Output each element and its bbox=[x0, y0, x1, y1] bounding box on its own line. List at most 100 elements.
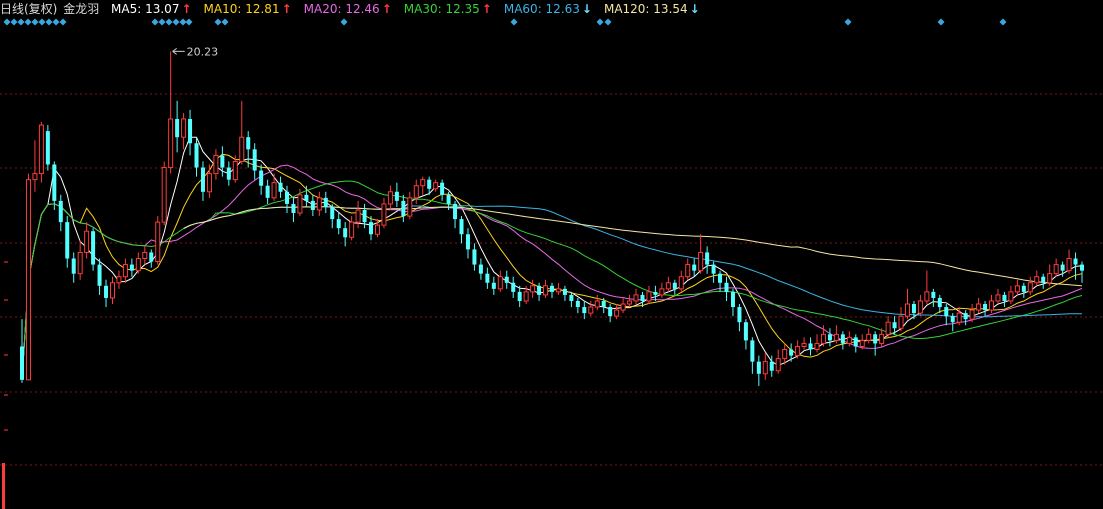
candle-body bbox=[1066, 258, 1072, 272]
candle-body bbox=[756, 361, 761, 374]
candle-body bbox=[588, 306, 594, 314]
candle-body bbox=[1014, 285, 1020, 293]
candle-body bbox=[1002, 294, 1007, 301]
candle-body bbox=[343, 228, 348, 238]
candle-body bbox=[491, 282, 496, 289]
candle-body bbox=[808, 343, 813, 350]
candle-body bbox=[129, 264, 134, 271]
candle-body bbox=[1041, 276, 1046, 283]
candle-body bbox=[349, 221, 355, 238]
candle-body bbox=[504, 276, 509, 283]
candle-body bbox=[220, 155, 225, 168]
candle-body bbox=[336, 219, 341, 229]
candle-body bbox=[291, 203, 296, 214]
signal-marker-icon bbox=[31, 18, 39, 26]
candle-body bbox=[239, 136, 245, 162]
signal-marker-icon bbox=[214, 18, 222, 26]
signal-marker-icon bbox=[340, 18, 348, 26]
candle-body bbox=[950, 316, 955, 323]
candle-body bbox=[387, 191, 393, 205]
candle-body bbox=[517, 291, 522, 301]
candle-body bbox=[104, 285, 109, 298]
candle-body bbox=[278, 182, 283, 192]
candle-body bbox=[446, 194, 451, 204]
candle-body bbox=[633, 294, 639, 302]
candle-body bbox=[213, 154, 219, 175]
candle-body bbox=[795, 345, 801, 357]
annotation-label: 20.23 bbox=[187, 45, 219, 58]
candle-body bbox=[181, 118, 187, 138]
candle-body bbox=[608, 307, 613, 317]
candle-body bbox=[38, 124, 44, 175]
kline-chart[interactable]: 日线(复权) 金龙羽 MA5: 13.07 ↑ MA10: 12.81 ↑ MA20: … bbox=[0, 0, 1103, 509]
candle-body bbox=[530, 285, 536, 293]
candle-body bbox=[892, 322, 897, 329]
candle-body bbox=[394, 191, 399, 201]
signal-marker-icon bbox=[596, 18, 604, 26]
candle-body bbox=[620, 303, 626, 311]
signal-marker-icon bbox=[59, 18, 67, 26]
candle-body bbox=[440, 182, 445, 195]
candle-body bbox=[323, 197, 328, 207]
candle-body bbox=[820, 333, 826, 344]
ma-line bbox=[21, 153, 1083, 380]
candle-body bbox=[161, 167, 167, 223]
candle-body bbox=[297, 194, 303, 214]
candle-body bbox=[846, 336, 852, 344]
candle-body bbox=[873, 334, 878, 344]
candle-body bbox=[122, 264, 128, 278]
candle-body bbox=[678, 276, 684, 290]
candle-body bbox=[459, 219, 464, 235]
candle-body bbox=[206, 173, 212, 193]
signal-marker-icon bbox=[158, 18, 166, 26]
signal-marker-icon bbox=[179, 18, 187, 26]
candle-body bbox=[594, 300, 600, 308]
candle-body bbox=[904, 303, 910, 317]
candle-body bbox=[549, 285, 555, 292]
candle-body bbox=[692, 264, 697, 271]
signal-marker-icon bbox=[38, 18, 46, 26]
candle-body bbox=[45, 131, 50, 165]
candle-body bbox=[840, 334, 845, 344]
signal-marker-icon bbox=[604, 18, 612, 26]
signal-marker-icon bbox=[510, 18, 518, 26]
candle-body bbox=[362, 209, 367, 223]
candle-body bbox=[485, 273, 490, 283]
ma-line bbox=[183, 206, 1083, 287]
candle-body bbox=[1060, 264, 1065, 271]
candle-body bbox=[782, 349, 788, 360]
candle-body bbox=[374, 224, 380, 235]
candle-body bbox=[885, 321, 891, 335]
candle-body bbox=[330, 206, 335, 220]
candle-body bbox=[705, 252, 710, 265]
candle-body bbox=[1008, 291, 1014, 302]
candlestick-plot[interactable]: 20.23 bbox=[0, 0, 1103, 509]
candle-body bbox=[369, 222, 374, 235]
candle-body bbox=[252, 149, 257, 171]
candle-body bbox=[58, 200, 63, 223]
candle-body bbox=[284, 191, 290, 204]
candle-body bbox=[1021, 285, 1026, 292]
candle-body bbox=[413, 185, 419, 199]
candle-body bbox=[898, 315, 904, 329]
candle-body bbox=[537, 285, 542, 295]
candle-body bbox=[789, 349, 794, 356]
candle-body bbox=[769, 361, 774, 371]
candle-body bbox=[711, 264, 716, 274]
candle-body bbox=[19, 346, 25, 380]
candle-body bbox=[1034, 276, 1040, 284]
candle-body bbox=[407, 197, 413, 217]
candle-body bbox=[32, 173, 38, 181]
candle-body bbox=[65, 222, 70, 259]
candle-body bbox=[730, 291, 735, 308]
candle-body bbox=[1053, 264, 1059, 275]
candle-body bbox=[259, 170, 264, 186]
candle-body bbox=[472, 249, 477, 265]
candle-body bbox=[77, 251, 83, 275]
candle-body bbox=[511, 282, 516, 292]
candle-body bbox=[911, 304, 916, 314]
candle-body bbox=[427, 179, 432, 189]
candle-body bbox=[71, 258, 76, 274]
candle-body bbox=[724, 282, 729, 292]
candle-body bbox=[859, 339, 865, 347]
